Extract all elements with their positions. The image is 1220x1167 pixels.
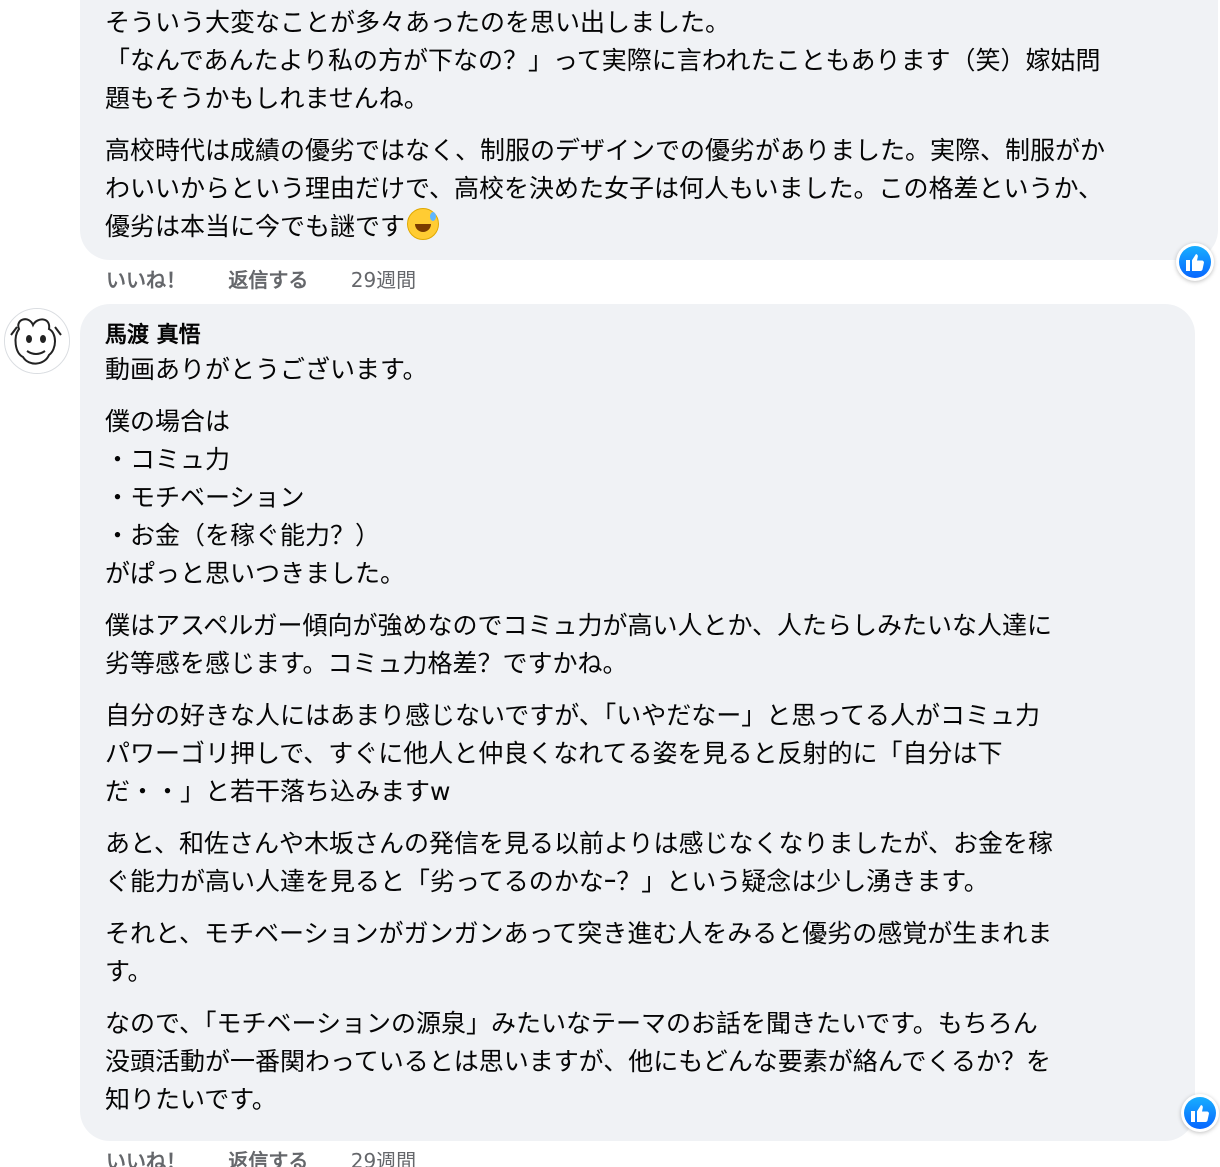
comment-line: パワーゴリ押しで、すぐに他人と仲良くなれてる姿を見ると反射的に「自分は下 xyxy=(105,739,1003,768)
like-link[interactable]: いいね！ xyxy=(106,264,186,293)
comment-line: 高校時代は成績の優劣ではなく、制服のデザインでの優劣がありました。実際、制服がか xyxy=(105,136,1106,165)
cartoon-avatar-icon xyxy=(5,309,69,373)
comment-line: 題もそうかもしれませんね。 xyxy=(105,84,429,113)
comment-line: 没頭活動が一番関わっているとは思いますが、他にもどんな要素が絡んでくるか？を xyxy=(105,1047,1052,1076)
comment-paragraph: 僕の場合は ・コミュ力 ・モチベーション ・お金（を稼ぐ能力？） がぱっと思いつ… xyxy=(105,403,1195,593)
comment-timestamp[interactable]: 29週間 xyxy=(351,1145,416,1167)
comment-line: ・お金（を稼ぐ能力？） xyxy=(105,521,381,550)
comment-line: 劣等感を感じます。コミュ力格差？ですかね。 xyxy=(105,649,628,678)
comment-bubble: 馬渡 真悟 動画ありがとうございます。 僕の場合は ・コミュ力 ・モチベーション… xyxy=(80,304,1195,1141)
comment-bubble: そういう大変なことが多々あったのを思い出しました。 「なんであんたより私の方が下… xyxy=(80,0,1218,260)
comment-paragraph: そういう大変なことが多々あったのを思い出しました。 「なんであんたより私の方が下… xyxy=(105,4,1218,118)
avatar[interactable] xyxy=(4,308,70,374)
comment-paragraph: それと、モチベーションがガンガンあって突き進む人をみると優劣の感覚が生まれま す… xyxy=(105,915,1195,991)
comment-line: 動画ありがとうございます。 xyxy=(105,355,428,384)
thumbs-up-icon xyxy=(1186,254,1204,271)
comment-paragraph: なので、「モチベーションの源泉」みたいなテーマのお話を聞きたいです。もちろん 没… xyxy=(105,1005,1195,1119)
comment-line: がぱっと思いつきました。 xyxy=(105,559,406,588)
grinning-sweat-emoji-icon xyxy=(407,208,440,240)
comment-line: 優劣は本当に今でも謎です xyxy=(105,208,1218,246)
comment-line: なので、「モチベーションの源泉」みたいなテーマのお話を聞きたいです。もちろん xyxy=(105,1009,1038,1038)
comment-line: あと、和佐さんや木坂さんの発信を見る以前よりは感じなくなりましたが、お金を稼 xyxy=(105,829,1054,858)
comment-line: 「なんであんたより私の方が下なの？」って実際に言われたこともあります（笑）嫁姑問 xyxy=(105,46,1101,75)
comment-actions: いいね！ 返信する 29週間 xyxy=(106,1145,452,1167)
comment-line: だ・・」と若干落ち込みますw xyxy=(105,777,451,806)
comment-line: 僕の場合は xyxy=(105,407,231,436)
comment-line: ぐ能力が高い人達を見ると「劣ってるのかなｰ？」という疑念は少し湧きます。 xyxy=(105,867,989,896)
comment-thread: そういう大変なことが多々あったのを思い出しました。 「なんであんたより私の方が下… xyxy=(0,0,1220,1167)
comment-paragraph: 自分の好きな人にはあまり感じないですが、「いやだなー」と思ってる人がコミュ力 パ… xyxy=(105,697,1195,811)
comment-line: 知りたいです。 xyxy=(105,1085,277,1114)
like-reaction-icon[interactable] xyxy=(1181,1094,1219,1132)
comment-line: そういう大変なことが多々あったのを思い出しました。 xyxy=(105,8,731,37)
comment-paragraph: 僕はアスペルガー傾向が強めなのでコミュ力が高い人とか、人たらしみたいな人達に 劣… xyxy=(105,607,1195,683)
reply-link[interactable]: 返信する xyxy=(228,1145,308,1167)
comment-paragraph: 高校時代は成績の優劣ではなく、制服のデザインでの優劣がありました。実際、制服がか… xyxy=(105,132,1218,246)
comment-text: 優劣は本当に今でも謎です xyxy=(105,212,406,241)
comment-line: わいいからという理由だけで、高校を決めた女子は何人もいました。この格差というか、 xyxy=(105,174,1104,203)
comment-line: ・モチベーション xyxy=(105,483,305,512)
comment-line: 自分の好きな人にはあまり感じないですが、「いやだなー」と思ってる人がコミュ力 xyxy=(105,701,1041,730)
comment-line: 僕はアスペルガー傾向が強めなのでコミュ力が高い人とか、人たらしみたいな人達に xyxy=(105,611,1053,640)
comment-paragraph: 動画ありがとうございます。 xyxy=(105,351,1195,389)
comment-timestamp[interactable]: 29週間 xyxy=(351,264,416,293)
comment-line: ・コミュ力 xyxy=(105,445,231,474)
comment-author[interactable]: 馬渡 真悟 xyxy=(105,321,1195,351)
comment-paragraph: あと、和佐さんや木坂さんの発信を見る以前よりは感じなくなりましたが、お金を稼 ぐ… xyxy=(105,825,1195,901)
like-link[interactable]: いいね！ xyxy=(106,1145,186,1167)
thumbs-up-icon xyxy=(1191,1105,1209,1122)
comment-actions: いいね！ 返信する 29週間 xyxy=(106,264,452,293)
like-reaction-icon[interactable] xyxy=(1176,243,1214,281)
reply-link[interactable]: 返信する xyxy=(228,264,308,293)
comment-line: それと、モチベーションがガンガンあって突き進む人をみると優劣の感覚が生まれま xyxy=(105,919,1053,948)
comment-line: す。 xyxy=(105,957,153,986)
